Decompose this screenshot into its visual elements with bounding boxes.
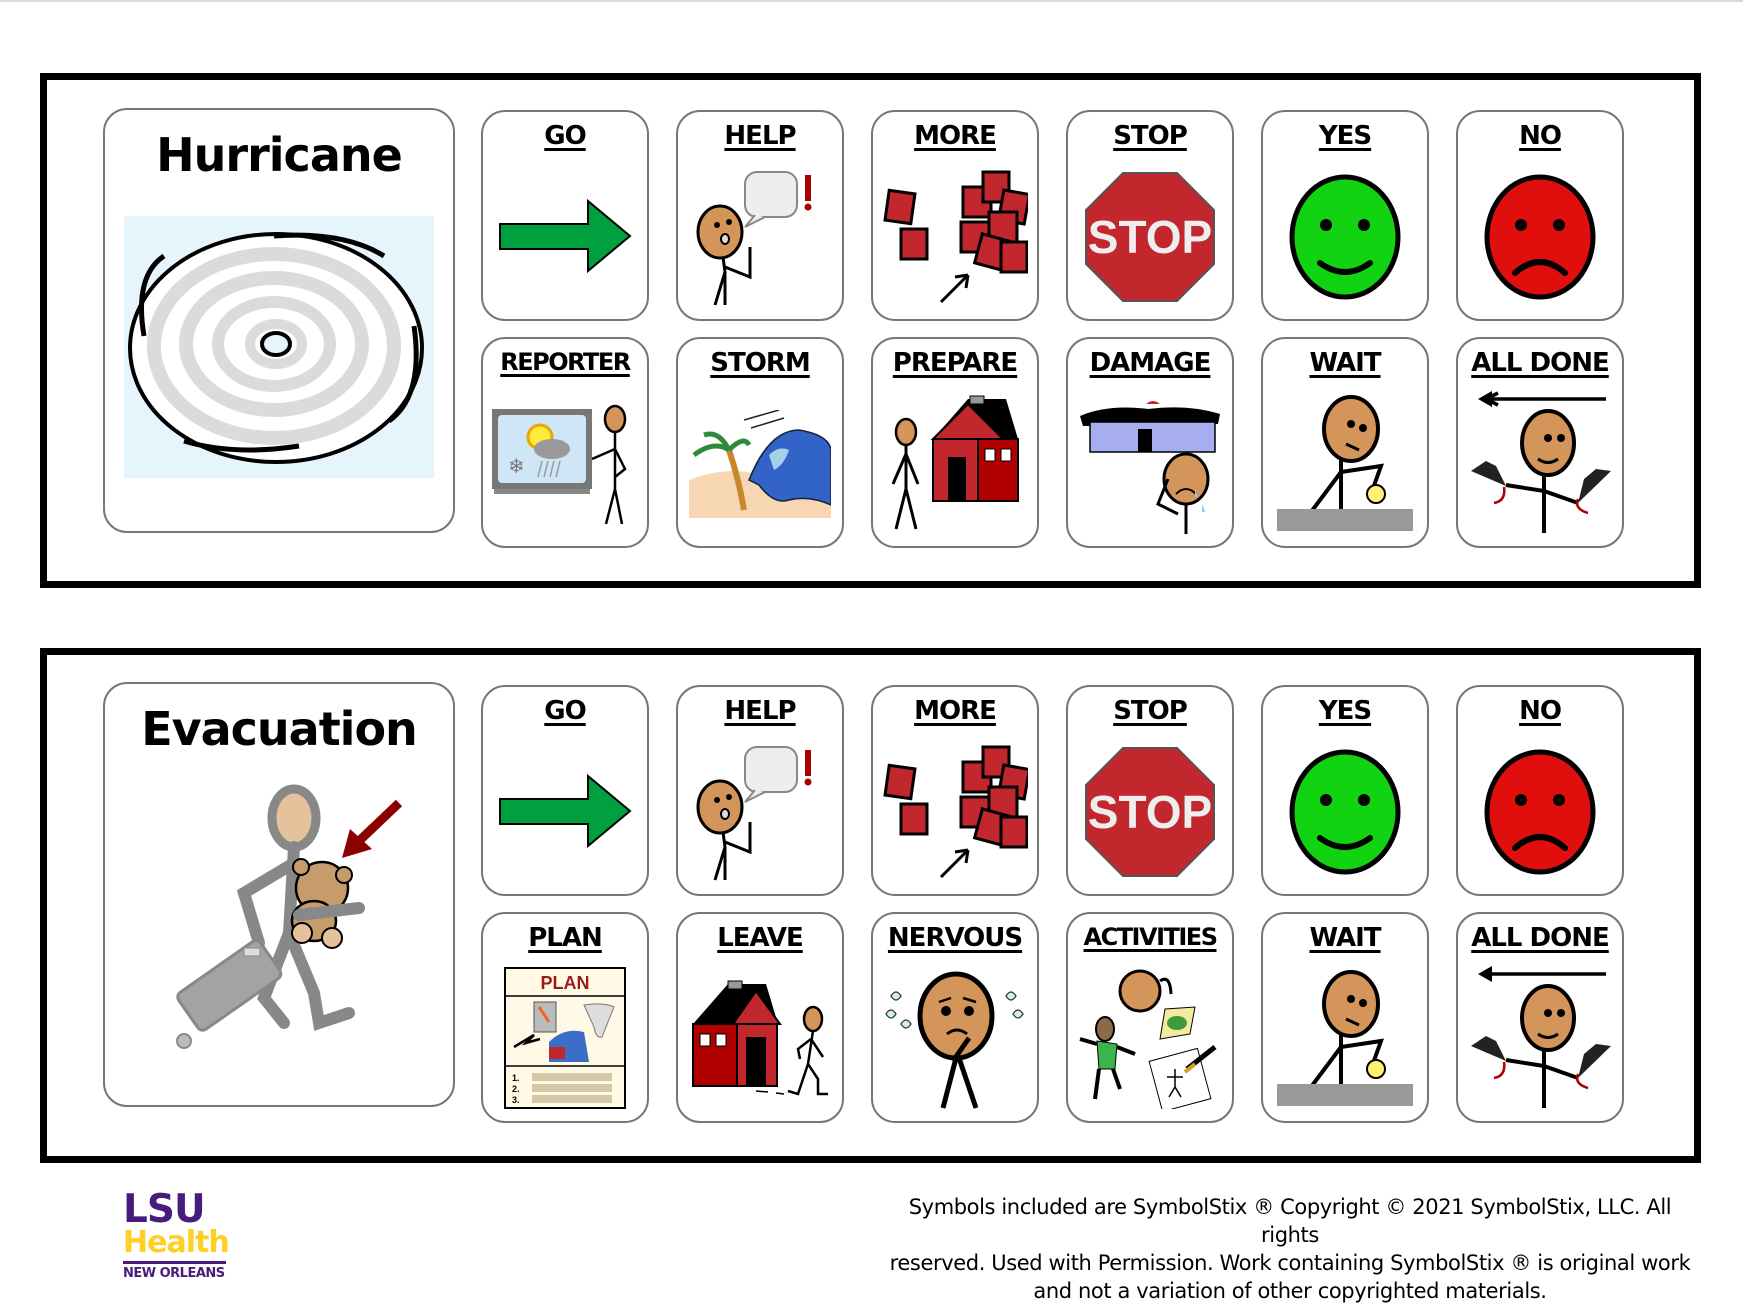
all-done-hands-icon bbox=[1471, 966, 1611, 1108]
card-all-done[interactable]: ALL DONE bbox=[1456, 912, 1624, 1123]
svg-text:2.: 2. bbox=[512, 1084, 520, 1094]
green-smiley-icon bbox=[1289, 749, 1400, 874]
svg-text:❄: ❄ bbox=[508, 456, 525, 478]
stop-sign-icon: STOP bbox=[1085, 171, 1215, 302]
card-more[interactable]: MORE bbox=[871, 110, 1039, 321]
person-calling-help-icon bbox=[696, 745, 812, 880]
card-label: STOP bbox=[1113, 696, 1188, 726]
card-label: MORE bbox=[914, 121, 997, 151]
person-waiting-watch-icon bbox=[1277, 969, 1413, 1106]
card-yes[interactable]: YES bbox=[1261, 685, 1429, 896]
weather-reporter-icon: ❄ bbox=[492, 404, 627, 524]
card-no[interactable]: NO bbox=[1456, 685, 1624, 896]
card-label: NERVOUS bbox=[887, 923, 1023, 953]
card-storm[interactable]: STORM bbox=[676, 337, 844, 548]
red-frowny-icon bbox=[1484, 174, 1595, 299]
card-wait[interactable]: WAIT bbox=[1261, 912, 1429, 1123]
card-label: ALL DONE bbox=[1471, 348, 1610, 378]
card-help[interactable]: HELP bbox=[676, 685, 844, 896]
green-right-arrow-icon bbox=[498, 774, 632, 849]
card-label: YES bbox=[1318, 696, 1372, 726]
svg-text:PLAN: PLAN bbox=[541, 973, 590, 993]
topic-title: Hurricane bbox=[156, 128, 403, 182]
logo-new-orleans: NEW ORLEANS bbox=[123, 1266, 225, 1281]
card-label: MORE bbox=[914, 696, 997, 726]
person-house-icon bbox=[891, 395, 1019, 529]
card-label: STORM bbox=[710, 348, 810, 378]
card-plan[interactable]: PLAN PLAN 1. 2. 3. bbox=[481, 912, 649, 1123]
storm-wave-palm-icon bbox=[689, 409, 831, 518]
copyright-notice: Symbols included are SymbolStix ® Copyri… bbox=[880, 1193, 1700, 1305]
card-help[interactable]: HELP bbox=[676, 110, 844, 321]
person-evacuating-luggage-icon bbox=[176, 784, 403, 1049]
card-no[interactable]: NO bbox=[1456, 110, 1624, 321]
green-right-arrow-icon bbox=[498, 199, 632, 274]
svg-text:1.: 1. bbox=[512, 1073, 520, 1083]
stop-sign-icon: STOP bbox=[1085, 746, 1215, 877]
card-label: WAIT bbox=[1309, 348, 1381, 378]
card-prepare[interactable]: PREPARE bbox=[871, 337, 1039, 548]
card-stop[interactable]: STOP STOP bbox=[1066, 685, 1234, 896]
card-label: NO bbox=[1519, 696, 1562, 726]
topic-card-hurricane[interactable]: Hurricane bbox=[103, 108, 455, 533]
topic-title: Evacuation bbox=[141, 702, 418, 756]
svg-text:STOP: STOP bbox=[1088, 211, 1212, 263]
emergency-plan-icon: PLAN 1. 2. 3. bbox=[504, 966, 626, 1109]
card-label: PLAN bbox=[528, 923, 603, 953]
card-go[interactable]: GO bbox=[481, 110, 649, 321]
svg-text:STOP: STOP bbox=[1088, 786, 1212, 838]
copyright-line: reserved. Used with Permission. Work con… bbox=[889, 1251, 1691, 1275]
hurricane-board: Hurricane GO HELP MORE STOP STOP YES NO … bbox=[40, 73, 1701, 588]
red-blocks-more-icon bbox=[882, 170, 1028, 303]
activities-icon bbox=[1079, 969, 1217, 1109]
copyright-line: and not a variation of other copyrighted… bbox=[1033, 1279, 1547, 1303]
card-more[interactable]: MORE bbox=[871, 685, 1039, 896]
person-leaving-house-icon bbox=[691, 980, 828, 1096]
card-label: PREPARE bbox=[892, 348, 1018, 378]
logo-health: Health bbox=[123, 1225, 230, 1260]
card-activities[interactable]: ACTIVITIES bbox=[1066, 912, 1234, 1123]
svg-text:3.: 3. bbox=[512, 1095, 520, 1105]
card-label: NO bbox=[1519, 121, 1562, 151]
card-all-done[interactable]: ALL DONE bbox=[1456, 337, 1624, 548]
card-label: LEAVE bbox=[717, 923, 804, 953]
card-label: HELP bbox=[724, 696, 796, 726]
top-rule bbox=[0, 0, 1743, 2]
evacuation-board: Evacuation GO HELP MORE STOP STOP YES NO… bbox=[40, 648, 1701, 1163]
logo-divider bbox=[123, 1261, 226, 1264]
card-yes[interactable]: YES bbox=[1261, 110, 1429, 321]
logo-lsu: LSU bbox=[123, 1187, 206, 1232]
card-label: REPORTER bbox=[500, 348, 631, 376]
card-wait[interactable]: WAIT bbox=[1261, 337, 1429, 548]
card-label: WAIT bbox=[1309, 923, 1381, 953]
card-reporter[interactable]: REPORTER ❄ bbox=[481, 337, 649, 548]
card-label: ALL DONE bbox=[1471, 923, 1610, 953]
hurricane-icon bbox=[124, 215, 434, 478]
card-label: DAMAGE bbox=[1089, 348, 1212, 378]
card-leave[interactable]: LEAVE bbox=[676, 912, 844, 1123]
person-waiting-watch-icon bbox=[1277, 394, 1413, 531]
lsu-health-logo: LSU Health NEW ORLEANS bbox=[123, 1187, 233, 1281]
copyright-line: Symbols included are SymbolStix ® Copyri… bbox=[908, 1195, 1672, 1247]
card-label: YES bbox=[1318, 121, 1372, 151]
topic-card-evacuation[interactable]: Evacuation bbox=[103, 682, 455, 1107]
card-damage[interactable]: DAMAGE bbox=[1066, 337, 1234, 548]
all-done-hands-icon bbox=[1471, 391, 1611, 533]
damaged-house-crying-icon bbox=[1079, 400, 1220, 534]
red-blocks-more-icon bbox=[882, 745, 1028, 878]
card-label: ACTIVITIES bbox=[1083, 923, 1218, 951]
card-go[interactable]: GO bbox=[481, 685, 649, 896]
card-label: STOP bbox=[1113, 121, 1188, 151]
card-label: GO bbox=[544, 121, 586, 151]
card-stop[interactable]: STOP STOP bbox=[1066, 110, 1234, 321]
card-nervous[interactable]: NERVOUS bbox=[871, 912, 1039, 1123]
nervous-face-icon bbox=[885, 971, 1024, 1109]
card-label: GO bbox=[544, 696, 586, 726]
card-label: HELP bbox=[724, 121, 796, 151]
red-frowny-icon bbox=[1484, 749, 1595, 874]
person-calling-help-icon bbox=[696, 170, 812, 305]
green-smiley-icon bbox=[1289, 174, 1400, 299]
